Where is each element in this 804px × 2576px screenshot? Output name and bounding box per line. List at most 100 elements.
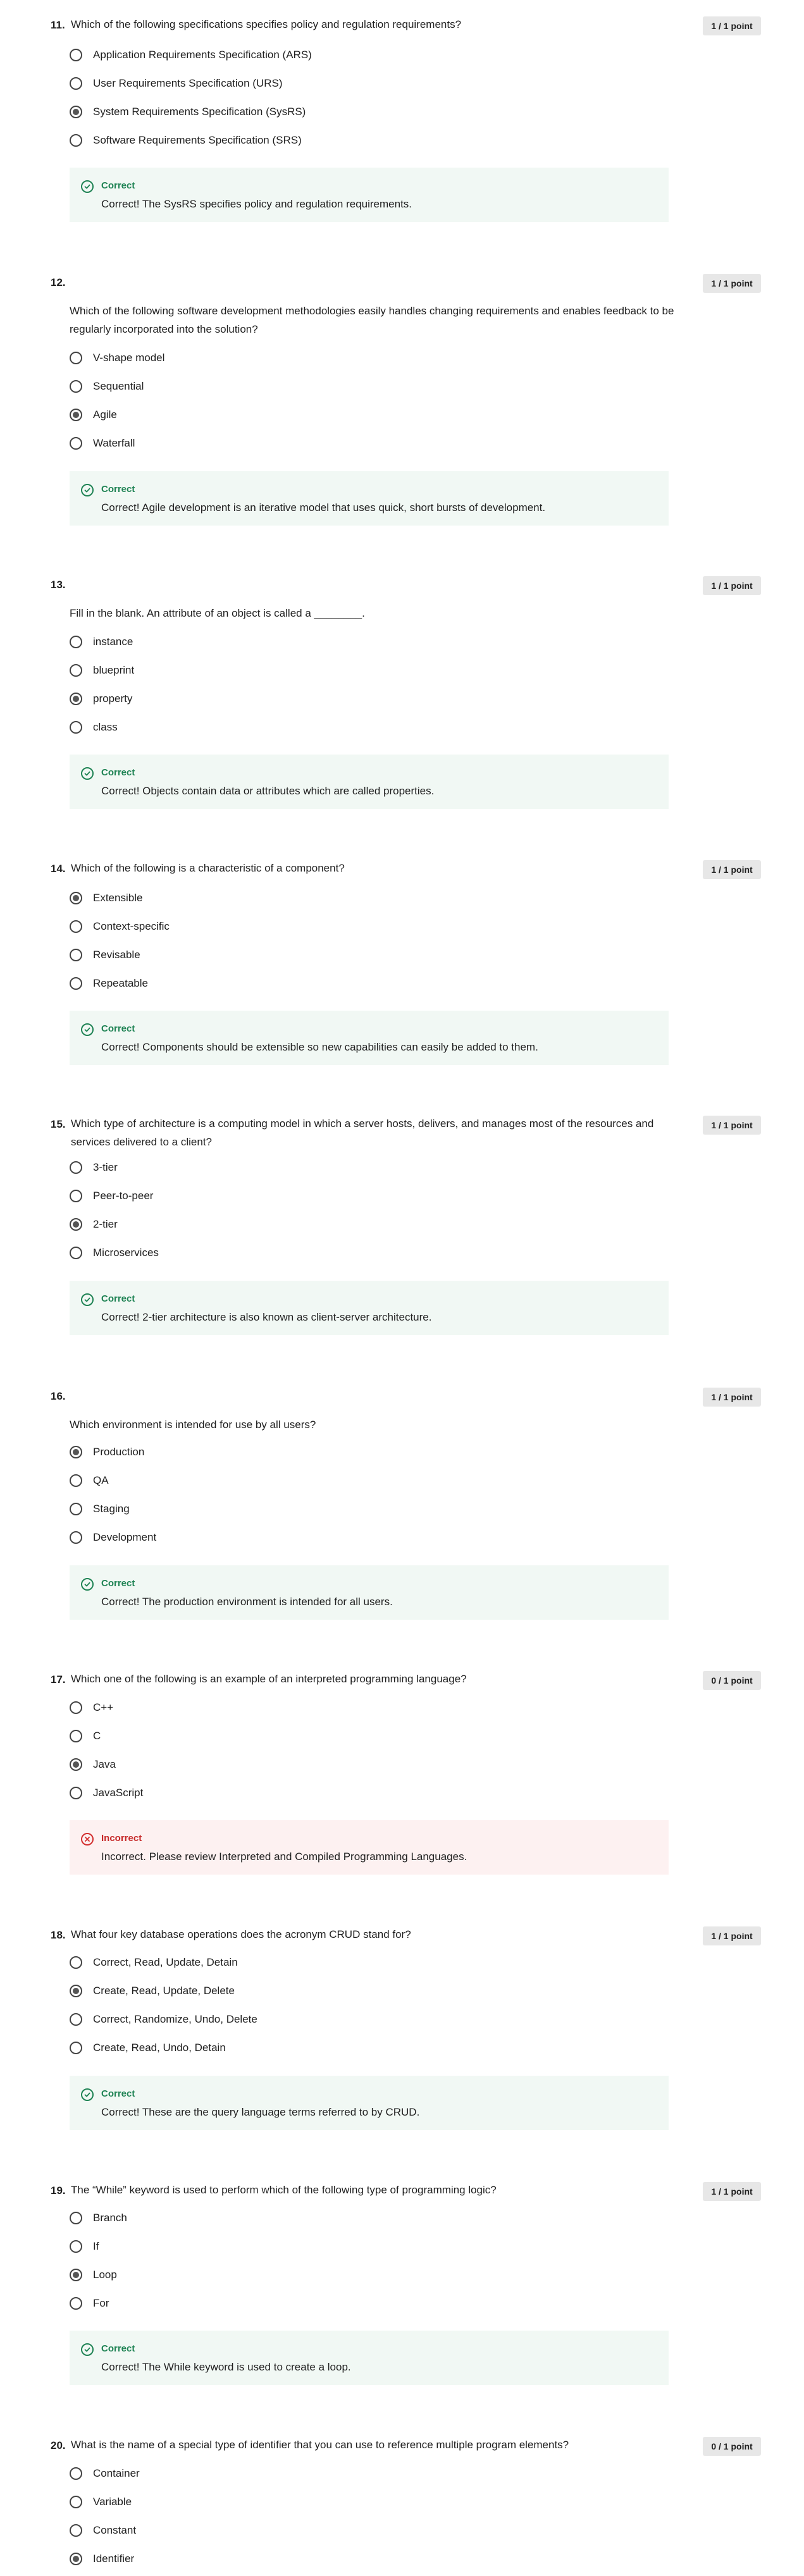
question-number: 18. [51,1929,66,1941]
radio-selected[interactable] [70,693,82,705]
answer-option[interactable]: System Requirements Specification (SysRS… [70,102,306,121]
radio-selected[interactable] [70,1985,82,1997]
radio-selected[interactable] [70,2553,82,2565]
option-label: class [93,721,118,733]
radio-unselected[interactable] [70,1956,82,1969]
radio-unselected[interactable] [70,352,82,364]
radio-unselected[interactable] [70,2467,82,2480]
answer-option[interactable]: Waterfall [70,434,135,453]
radio-unselected[interactable] [70,1787,82,1799]
answer-option[interactable]: Loop [70,2265,117,2284]
radio-unselected[interactable] [70,1730,82,1742]
answer-option[interactable]: C [70,1727,101,1746]
radio-unselected[interactable] [70,77,82,90]
answer-option[interactable]: Microservices [70,1243,159,1262]
answer-option[interactable]: Create, Read, Undo, Detain [70,2038,226,2057]
radio-unselected[interactable] [70,1190,82,1202]
radio-unselected[interactable] [70,380,82,393]
radio-selected[interactable] [70,1758,82,1771]
option-label: V-shape model [93,352,165,364]
answer-option[interactable]: JavaScript [70,1784,143,1803]
radio-unselected[interactable] [70,721,82,734]
option-label: Identifier [93,2553,135,2565]
answer-option[interactable]: Container [70,2464,140,2483]
question-number: 16. [51,1390,66,1402]
option-label: Loop [93,2269,117,2281]
radio-unselected[interactable] [70,636,82,648]
answer-option[interactable]: Staging [70,1500,130,1519]
option-label: Staging [93,1503,130,1515]
answer-option[interactable]: Production [70,1443,144,1462]
answer-option[interactable]: Agile [70,405,117,424]
radio-unselected[interactable] [70,1474,82,1487]
answer-option[interactable]: Application Requirements Specification (… [70,46,312,65]
radio-unselected[interactable] [70,437,82,450]
radio-unselected[interactable] [70,2297,82,2310]
radio-selected[interactable] [70,892,82,904]
feedback-box: Correct Correct! The SysRS specifies poli… [70,168,669,222]
radio-unselected[interactable] [70,977,82,990]
check-circle-icon [81,2088,94,2101]
radio-selected[interactable] [70,106,82,118]
radio-unselected[interactable] [70,664,82,677]
answer-option[interactable]: Branch [70,2209,127,2228]
answer-option[interactable]: Correct, Randomize, Undo, Delete [70,2010,257,2029]
feedback-text: Correct! These are the query language te… [101,2106,420,2118]
question-text: The “While” keyword is used to perform w… [71,2184,497,2196]
radio-selected[interactable] [70,1446,82,1458]
radio-unselected[interactable] [70,920,82,933]
radio-unselected[interactable] [70,1531,82,1544]
answer-option[interactable]: Create, Read, Update, Delete [70,1981,235,2000]
answer-option[interactable]: 2-tier [70,1215,118,1234]
radio-unselected[interactable] [70,49,82,61]
answer-option[interactable]: If [70,2237,99,2256]
answer-option[interactable]: Sequential [70,377,144,396]
option-label: Peer-to-peer [93,1190,154,1202]
answer-option[interactable]: QA [70,1471,109,1490]
answer-option[interactable]: User Requirements Specification (URS) [70,74,283,93]
radio-unselected[interactable] [70,2013,82,2026]
answer-option[interactable]: Context-specific [70,917,170,936]
check-circle-icon [81,767,94,780]
answer-option[interactable]: Peer-to-peer [70,1186,153,1205]
answer-option[interactable]: Repeatable [70,974,148,993]
answer-option[interactable]: C++ [70,1698,113,1717]
question-text: What four key database operations does t… [71,1928,411,1940]
answer-option[interactable]: Revisable [70,946,140,964]
radio-unselected[interactable] [70,2524,82,2537]
radio-unselected[interactable] [70,134,82,147]
radio-selected[interactable] [70,1218,82,1231]
answer-option[interactable]: Extensible [70,889,142,908]
radio-unselected[interactable] [70,1503,82,1515]
answer-option[interactable]: Software Requirements Specification (SRS… [70,131,302,150]
score-badge: 0 / 1 point [703,1671,761,1690]
feedback-status: Correct [101,180,135,191]
option-label: Microservices [93,1247,159,1259]
answer-option[interactable]: V-shape model [70,348,164,367]
radio-selected[interactable] [70,409,82,421]
answer-option[interactable]: property [70,689,132,708]
radio-unselected[interactable] [70,2042,82,2054]
answer-option[interactable]: Identifier [70,2549,134,2568]
answer-option[interactable]: instance [70,632,133,651]
radio-unselected[interactable] [70,2212,82,2224]
option-label: Variable [93,2496,132,2508]
radio-unselected[interactable] [70,1161,82,1174]
radio-unselected[interactable] [70,1247,82,1259]
radio-unselected[interactable] [70,2240,82,2253]
answer-option[interactable]: For [70,2294,109,2313]
radio-selected[interactable] [70,2269,82,2281]
answer-option[interactable]: 3-tier [70,1158,118,1177]
answer-option[interactable]: Variable [70,2493,132,2511]
answer-option[interactable]: Development [70,1528,156,1547]
option-label: Create, Read, Undo, Detain [93,2042,226,2054]
answer-option[interactable]: Correct, Read, Update, Detain [70,1953,238,1972]
radio-unselected[interactable] [70,2496,82,2508]
question-text: Which environment is intended for use by… [70,1419,316,1431]
answer-option[interactable]: Constant [70,2521,136,2540]
answer-option[interactable]: Java [70,1755,116,1774]
answer-option[interactable]: class [70,718,118,737]
radio-unselected[interactable] [70,1701,82,1714]
radio-unselected[interactable] [70,949,82,961]
answer-option[interactable]: blueprint [70,661,134,680]
